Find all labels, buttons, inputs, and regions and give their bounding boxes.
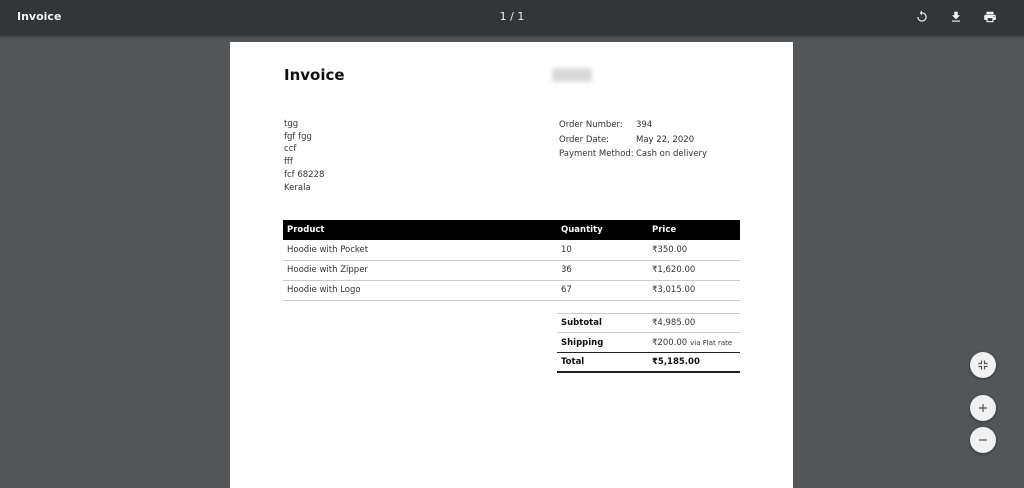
product-name: Hoodie with Zipper [283, 260, 557, 281]
total-value: ₹5,185.00 [652, 357, 700, 367]
order-date-label: Order Date: [559, 134, 610, 145]
download-button[interactable] [948, 9, 964, 25]
products-table: Product Quantity Price Hoodie with Pocke… [283, 220, 740, 301]
zoom-in-icon [979, 404, 987, 412]
payment-method-label: Payment Method: [559, 149, 634, 159]
fit-page-icon [978, 360, 988, 370]
address-line: fgf fgg [284, 131, 312, 142]
address-line: fff [284, 157, 293, 168]
total-row: Total ₹5,185.00 [557, 353, 740, 373]
shipping-value: ₹200.00 [652, 337, 688, 348]
download-icon [951, 11, 961, 22]
product-quantity: 67 [557, 280, 648, 301]
subtotal-row: Subtotal ₹4,985.00 [557, 313, 740, 333]
zoom-in-button[interactable] [970, 395, 996, 421]
product-quantity: 36 [557, 260, 648, 281]
shipping-label: Shipping [561, 337, 604, 348]
product-name: Hoodie with Logo [283, 280, 557, 301]
zoom-out-icon [979, 439, 987, 441]
fit-page-button[interactable] [970, 352, 996, 378]
print-icon [984, 11, 996, 23]
invoice-heading: Invoice [284, 66, 345, 84]
header-product: Product [283, 220, 557, 240]
total-label: Total [561, 357, 585, 367]
shipping-note: via Flat rate [690, 338, 733, 347]
table-row: Hoodie with Pocket 10 ₹350.00 [283, 240, 740, 261]
payment-method: Cash on delivery [636, 149, 708, 159]
zoom-out-button[interactable] [970, 427, 996, 453]
order-number-label: Order Number: [559, 120, 623, 130]
order-date: May 22, 2020 [636, 134, 695, 145]
totals-table: Subtotal ₹4,985.00 Shipping ₹200.00 via … [557, 313, 740, 373]
table-header-row: Product Quantity Price [283, 220, 740, 240]
product-price: ₹1,620.00 [648, 260, 740, 281]
product-quantity: 10 [557, 240, 648, 261]
address-line: ccf [284, 144, 297, 155]
rotate-icon [917, 10, 927, 22]
address-line: tgg [284, 119, 299, 129]
address-line: Kerala [284, 182, 311, 193]
table-row: Hoodie with Zipper 36 ₹1,620.00 [283, 260, 740, 281]
product-price: ₹350.00 [648, 240, 740, 261]
rotate-button[interactable] [914, 9, 930, 25]
order-details: Order Number: 394 Order Date: May 22, 2020… [559, 118, 707, 162]
table-row: Hoodie with Logo 67 ₹3,015.00 [283, 280, 740, 301]
product-price: ₹3,015.00 [648, 280, 740, 301]
subtotal-value: ₹4,985.00 [652, 318, 696, 328]
address-line: fcf 68228 [284, 169, 325, 180]
billing-address: tgg fgf fgg ccf fff fcf 68228 Kerala [284, 118, 324, 194]
product-name: Hoodie with Pocket [283, 240, 557, 261]
invoice-page: Invoice tgg fgf fgg ccf fff fcf 68228 Ke… [230, 42, 793, 488]
subtotal-label: Subtotal [561, 318, 602, 328]
pdf-toolbar: Invoice 1 / 1 [0, 0, 1024, 35]
blurred-logo [552, 68, 592, 82]
shipping-row: Shipping ₹200.00 via Flat rate [557, 333, 740, 353]
order-number: 394 [636, 120, 653, 130]
header-price: Price [648, 220, 740, 240]
page-indicator: 1 / 1 [499, 10, 525, 23]
header-quantity: Quantity [557, 220, 648, 240]
print-button[interactable] [982, 9, 998, 25]
